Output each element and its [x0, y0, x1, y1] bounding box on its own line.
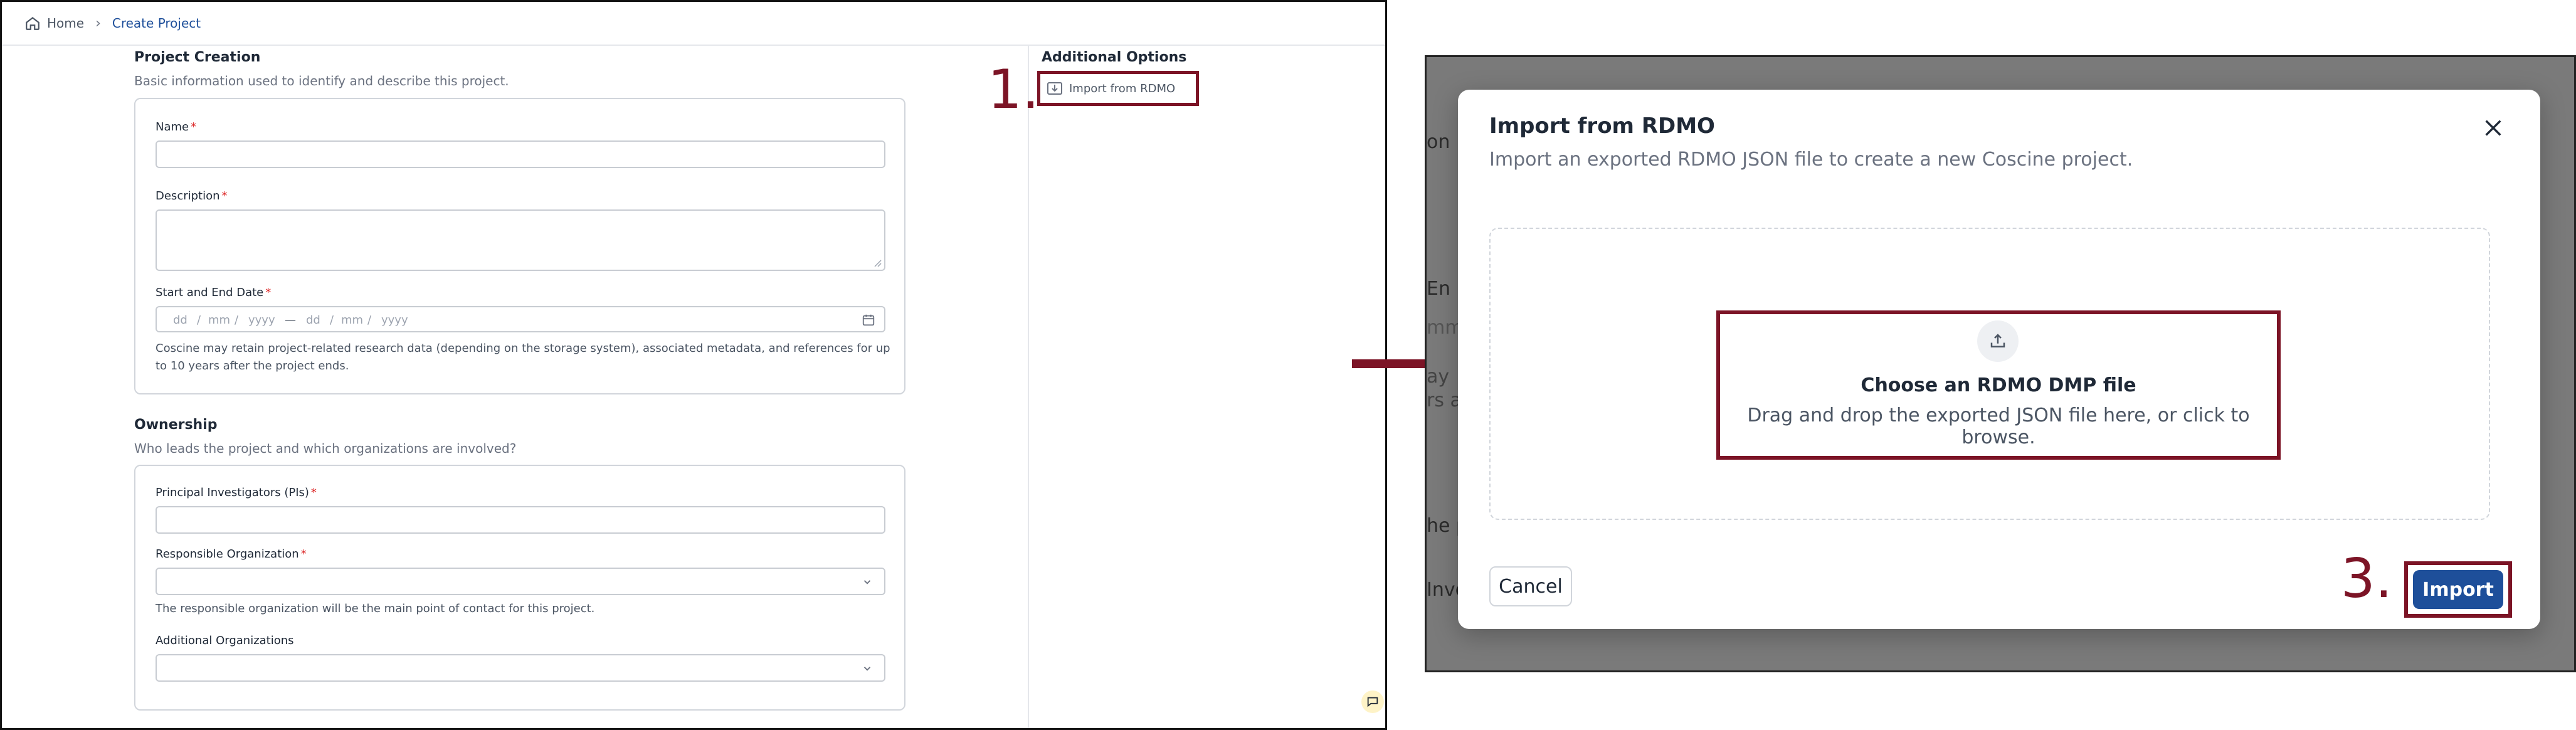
step-2-label: 2. [1427, 352, 1429, 415]
dropzone-subtitle: Drag and drop the exported JSON file her… [1747, 405, 2250, 448]
start-month-placeholder: mm [208, 314, 231, 327]
date-separator: / [367, 314, 372, 327]
column-divider [1028, 46, 1029, 728]
additional-options-title: Additional Options [1042, 50, 1187, 65]
project-card: Name * Description * Start and End Date * d… [134, 98, 905, 394]
project-section-subtitle: Basic information used to identify and d… [134, 73, 509, 88]
addl-org-select[interactable] [156, 654, 885, 682]
dropzone-title: Choose an RDMO DMP file [1861, 374, 2136, 396]
ownership-section-title: Ownership [134, 417, 218, 433]
home-icon[interactable] [24, 15, 41, 31]
step-3-highlight: Import [2404, 561, 2512, 618]
ownership-card: Principal Investigators (PIs) * Responsib… [134, 465, 905, 711]
chevron-right-icon: › [95, 15, 101, 31]
end-day-placeholder: dd [306, 314, 320, 327]
background-fragment: on [1427, 131, 1450, 153]
modal-subtitle: Import an exported RDMO JSON file to cre… [1489, 149, 2133, 171]
import-icon [1047, 82, 1062, 95]
pi-input[interactable] [156, 506, 885, 534]
pi-label: Principal Investigators (PIs) * [156, 486, 317, 499]
description-textarea[interactable] [156, 209, 885, 271]
step-3-label: 3. [2341, 548, 2393, 610]
breadcrumb-home-link[interactable]: Home [47, 16, 84, 31]
background-fragment: ay [1427, 366, 1450, 388]
name-input[interactable] [156, 140, 885, 168]
start-year-placeholder: yyyy [248, 314, 275, 327]
description-label: Description * [156, 189, 228, 203]
cancel-button[interactable]: Cancel [1489, 566, 1572, 606]
calendar-icon[interactable] [862, 313, 875, 327]
date-separator: / [197, 314, 201, 327]
import-from-rdmo-button[interactable]: Import from RDMO [1047, 79, 1175, 98]
step-2-highlight: Choose an RDMO DMP file Drag and drop th… [1716, 310, 2281, 460]
retention-help-line-1: Coscine may retain project-related resea… [156, 342, 890, 355]
end-month-placeholder: mm [341, 314, 364, 327]
chat-icon [1367, 697, 1378, 707]
background-fragment: En [1427, 278, 1450, 300]
org-select[interactable] [156, 568, 885, 595]
date-separator: / [235, 314, 239, 327]
breadcrumb: Home › Create Project [2, 2, 1385, 46]
create-project-screen: Home › Create Project Project Creation B… [0, 0, 1387, 730]
chevron-down-icon [863, 667, 871, 671]
org-help: The responsible organization will be the… [156, 602, 595, 615]
ownership-section-subtitle: Who leads the project and which organiza… [134, 441, 517, 456]
addl-org-label: Additional Organizations [156, 634, 294, 647]
resize-handle-icon[interactable] [873, 258, 882, 267]
step-1-label: 1. [988, 58, 1040, 121]
step-1-highlight: Import from RDMO [1037, 71, 1199, 106]
date-range-dash: — [285, 314, 296, 327]
end-year-placeholder: yyyy [381, 314, 408, 327]
org-label: Responsible Organization * [156, 548, 307, 561]
file-dropzone[interactable]: 2. Choose an RDMO DMP file Drag and drop… [1427, 228, 2490, 520]
import-button[interactable]: Import [2413, 570, 2503, 609]
date-range-input[interactable]: dd / mm / yyyy — dd / mm / yyyy [156, 306, 885, 332]
date-label: Start and End Date * [156, 286, 272, 299]
upload-icon [1977, 320, 2019, 362]
start-day-placeholder: dd [173, 314, 187, 327]
import-from-rdmo-label: Import from RDMO [1069, 82, 1176, 95]
chevron-down-icon [863, 580, 871, 585]
project-section-title: Project Creation [134, 50, 261, 65]
import-modal-screen: on En mm ay rs af he p Inve Import from … [1425, 55, 2576, 672]
modal-title: Import from RDMO [1489, 114, 1715, 139]
breadcrumb-current[interactable]: Create Project [112, 16, 201, 31]
name-label: Name * [156, 120, 197, 134]
close-icon[interactable] [2483, 117, 2504, 139]
help-chat-button[interactable] [1361, 690, 1384, 713]
import-modal: Import from RDMO Import an exported RDMO… [1427, 90, 2540, 629]
retention-help-line-2: to 10 years after the project ends. [156, 359, 349, 373]
date-separator: / [330, 314, 334, 327]
